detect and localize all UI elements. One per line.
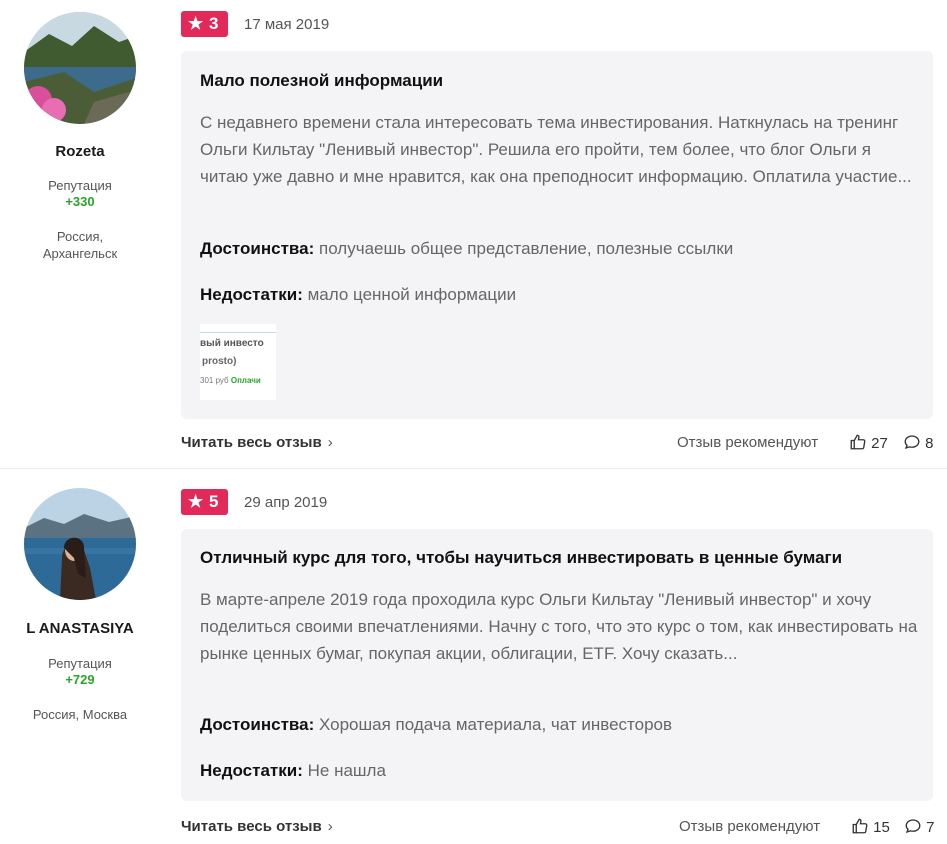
- thumbs-up-icon: [850, 434, 866, 450]
- review-text: В марте-апреле 2019 года проходила курс …: [200, 590, 918, 663]
- cons-text: Не нашла: [307, 761, 386, 780]
- author-name[interactable]: L ANASTASIYA: [0, 620, 160, 637]
- review-body-card: Мало полезной информации С недавнего вре…: [181, 51, 933, 419]
- read-full-review-link[interactable]: Читать весь отзыв ›: [181, 818, 333, 835]
- author-location: Россия, Архангельск: [42, 229, 118, 261]
- comments-count: 8: [925, 435, 934, 452]
- likes-count: 15: [873, 819, 890, 836]
- read-more-label: Читать весь отзыв: [181, 818, 322, 835]
- like-button[interactable]: 27: [849, 433, 888, 452]
- thumbnail-text-1: вый инвесто: [200, 338, 264, 349]
- comments-button[interactable]: 7: [904, 817, 935, 836]
- comments-button[interactable]: 8: [903, 433, 934, 452]
- cons: Недостатки: мало ценной информации: [200, 285, 516, 305]
- review-date: 29 апр 2019: [244, 494, 328, 511]
- recommend-label: Отзыв рекомендуют: [677, 434, 819, 451]
- pros: Достоинства: Хорошая подача материала, ч…: [200, 715, 672, 735]
- star-icon: ★: [188, 14, 204, 33]
- pros-text: получаешь общее представление, полезные …: [319, 239, 734, 258]
- likes-count: 27: [871, 435, 888, 452]
- chevron-right-icon: ›: [327, 434, 333, 451]
- cons: Недостатки: Не нашла: [200, 761, 386, 781]
- review-text: С недавнего времени стала интересовать т…: [200, 113, 912, 186]
- recommend-label: Отзыв рекомендуют: [679, 818, 821, 835]
- cons-label: Недостатки:: [200, 285, 303, 304]
- comment-icon: [904, 435, 920, 450]
- read-more-label: Читать весь отзыв: [181, 434, 322, 451]
- like-button[interactable]: 15: [851, 817, 890, 836]
- pros-label: Достоинства:: [200, 715, 315, 734]
- cons-label: Недостатки:: [200, 761, 303, 780]
- thumbs-up-icon: [852, 818, 868, 834]
- review-date: 17 мая 2019: [244, 16, 330, 33]
- cons-text: мало ценной информации: [307, 285, 517, 304]
- review-card: Rozeta Репутация +330 Россия, Архангельс…: [0, 0, 947, 468]
- pros-label: Достоинства:: [200, 239, 315, 258]
- reputation-value: +729: [65, 672, 95, 687]
- chevron-right-icon: ›: [327, 818, 333, 835]
- thumbnail-text-2: prosto): [202, 356, 237, 367]
- read-full-review-link[interactable]: Читать весь отзыв ›: [181, 434, 333, 451]
- pros: Достоинства: получаешь общее представлен…: [200, 239, 733, 259]
- comment-icon: [905, 819, 921, 834]
- rating-value: 5: [209, 492, 219, 511]
- review-body-card: Отличный курс для того, чтобы научиться …: [181, 529, 933, 801]
- review-title[interactable]: Мало полезной информации: [200, 71, 443, 91]
- rating-badge: ★ 3: [181, 11, 228, 37]
- comments-count: 7: [926, 819, 935, 836]
- author-name[interactable]: Rozeta: [0, 143, 160, 160]
- reputation-label: Репутация: [48, 656, 112, 671]
- thumbnail-text-3: 301 руб: [200, 376, 229, 385]
- avatar[interactable]: [24, 12, 136, 124]
- star-icon: ★: [188, 492, 204, 511]
- thumbnail-text-4: Оплачи: [230, 376, 261, 385]
- author-location: Россия, Москва: [32, 707, 128, 722]
- reputation-label: Репутация: [48, 178, 112, 193]
- review-divider: [0, 468, 947, 469]
- rating-badge: ★ 5: [181, 489, 228, 515]
- reputation-value: +330: [65, 194, 95, 209]
- review-card: L ANASTASIYA Репутация +729 Россия, Моск…: [0, 470, 947, 844]
- avatar[interactable]: [24, 488, 136, 600]
- attached-image[interactable]: вый инвесто prosto) 301 руб Оплачи: [200, 324, 276, 400]
- review-title[interactable]: Отличный курс для того, чтобы научиться …: [200, 548, 842, 568]
- pros-text: Хорошая подача материала, чат инвесторов: [319, 715, 673, 734]
- rating-value: 3: [209, 14, 219, 33]
